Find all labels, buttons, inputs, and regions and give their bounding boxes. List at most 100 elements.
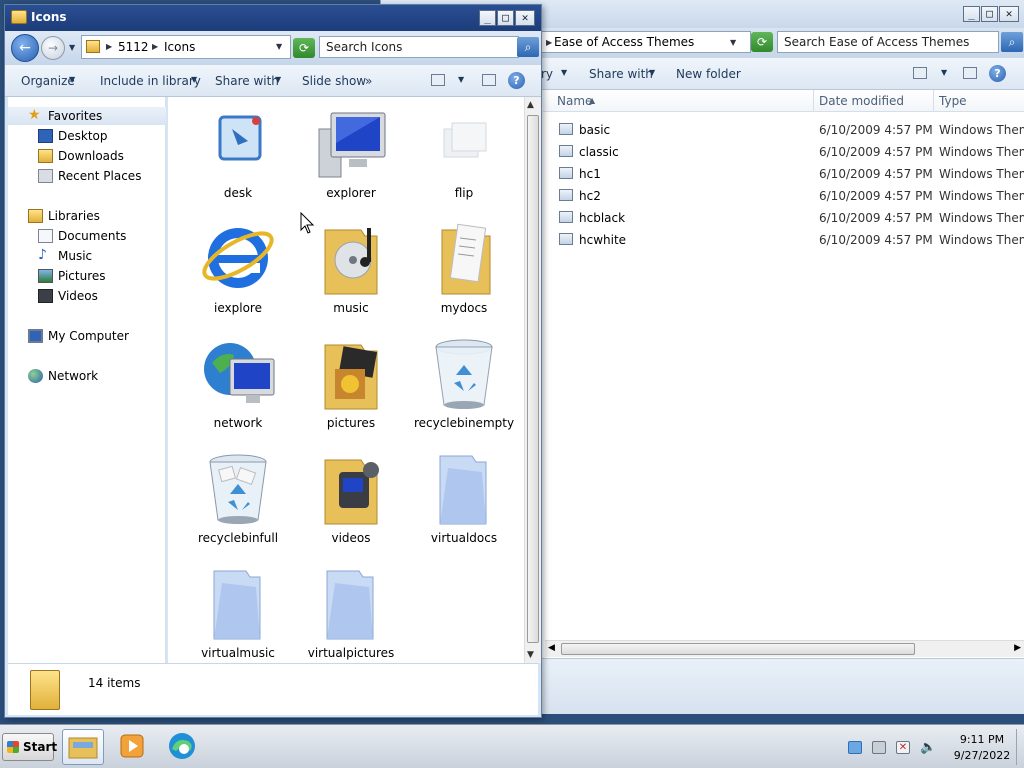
vertical-scrollbar[interactable]: ▲ ▼ (524, 97, 541, 663)
column-divider[interactable] (813, 90, 814, 112)
scroll-down-icon[interactable]: ▼ (527, 650, 534, 660)
back-breadcrumb[interactable]: ▶ Ease of Access Themes ▼ (541, 31, 751, 53)
window-title-bar[interactable]: Icons _ □ ✕ (5, 5, 541, 31)
organize-menu[interactable]: Organize (21, 74, 75, 88)
file-item-virtualmusic[interactable]: virtualmusic (182, 557, 294, 663)
breadcrumb-item-5112[interactable]: 5112 (118, 40, 149, 54)
file-item-desk[interactable]: desk (182, 97, 294, 209)
file-item-flip[interactable]: flip (408, 97, 520, 209)
file-item-network[interactable]: network (182, 327, 294, 439)
more-commands-button[interactable]: » (365, 74, 372, 88)
maximize-button[interactable]: □ (497, 10, 514, 26)
libraries-icon (28, 209, 43, 223)
search-icon[interactable]: ⌕ (517, 37, 539, 57)
search-input[interactable]: Search Icons (319, 36, 519, 58)
taskbar-edge-button[interactable] (162, 729, 204, 765)
file-item-iexplore[interactable]: iexplore (182, 212, 294, 324)
back-breadcrumb-label[interactable]: Ease of Access Themes (554, 35, 694, 49)
help-icon[interactable]: ? (989, 65, 1006, 82)
file-row[interactable]: basic 6/10/2009 4:57 PM Windows Theme F (559, 120, 1024, 140)
file-item-virtualdocs[interactable]: virtualdocs (408, 442, 520, 554)
clock-date[interactable]: 9/27/2022 (942, 749, 1022, 762)
column-date-header[interactable]: Date modified (819, 94, 904, 108)
file-item-explorer[interactable]: explorer (295, 97, 407, 209)
clock-time[interactable]: 9:11 PM (952, 733, 1012, 746)
file-row[interactable]: hcwhite 6/10/2009 4:57 PM Windows Theme … (559, 230, 1024, 250)
forward-arrow-icon[interactable]: → (41, 36, 65, 60)
sidebar-item-documents[interactable]: Documents (8, 227, 166, 245)
share-with-menu[interactable]: Share with (215, 74, 279, 88)
action-center-icon[interactable] (848, 741, 862, 754)
sidebar-item-recent-places[interactable]: Recent Places (8, 167, 166, 185)
icons-window[interactable]: Icons _ □ ✕ ← → ▼ ▶ 5112 ▶ Icons ▼ ⟳ Sea… (4, 4, 542, 718)
taskbar-explorer-button[interactable] (62, 729, 104, 765)
column-divider[interactable] (933, 90, 934, 112)
breadcrumb-separator-icon[interactable]: ▶ (106, 42, 112, 51)
close-button[interactable]: ✕ (515, 10, 535, 26)
sidebar-item-my-computer[interactable]: My Computer (8, 327, 166, 345)
scroll-left-icon[interactable]: ◀ (548, 643, 555, 653)
minimize-button[interactable]: _ (479, 10, 496, 26)
scrollbar-thumb[interactable] (527, 115, 539, 643)
maximize-button[interactable]: □ (981, 6, 998, 22)
view-options-icon[interactable] (431, 74, 445, 86)
start-button[interactable]: Start (2, 733, 57, 761)
sidebar-item-videos[interactable]: Videos (8, 287, 166, 305)
refresh-button[interactable]: ⟳ (293, 38, 315, 58)
sidebar-item-downloads[interactable]: Downloads (8, 147, 166, 165)
share-with-menu[interactable]: Share with (589, 67, 653, 81)
include-in-library-menu[interactable]: Include in library (100, 74, 201, 88)
sidebar-item-libraries[interactable]: Libraries (8, 207, 166, 225)
column-type-header[interactable]: Type (939, 94, 967, 108)
scroll-right-icon[interactable]: ▶ (1014, 643, 1021, 653)
file-item-virtualpictures[interactable]: virtualpictures (295, 557, 407, 663)
file-item-mydocs[interactable]: mydocs (408, 212, 520, 324)
close-button[interactable]: ✕ (999, 6, 1019, 22)
sidebar-item-pictures[interactable]: Pictures (8, 267, 166, 285)
file-view[interactable]: desk explorer flip iexplore music mydocs… (168, 97, 524, 663)
new-folder-button[interactable]: New folder (676, 67, 741, 81)
breadcrumb-dropdown-icon[interactable]: ▼ (276, 42, 282, 51)
network-status-icon[interactable] (872, 741, 886, 754)
recent-pages-dropdown-icon[interactable]: ▼ (69, 43, 75, 52)
taskbar-media-player-button[interactable] (112, 729, 154, 765)
horizontal-scrollbar[interactable]: ◀ ▶ (545, 640, 1024, 657)
back-arrow-icon[interactable]: ← (11, 34, 39, 62)
file-item-recyclebinempty[interactable]: recyclebinempty (408, 327, 520, 439)
navigation-pane[interactable]: ★ Favorites Desktop Downloads Recent Pla… (8, 97, 166, 663)
file-row[interactable]: hc2 6/10/2009 4:57 PM Windows Theme F (559, 186, 1024, 206)
breadcrumb-item-icons[interactable]: Icons (164, 40, 195, 54)
preview-pane-icon[interactable] (482, 74, 496, 86)
chevron-down-icon[interactable]: ▼ (941, 68, 947, 77)
show-desktop-button[interactable] (1016, 729, 1024, 765)
refresh-button[interactable]: ⟳ (751, 32, 773, 52)
volume-icon[interactable]: 🔈 (920, 741, 936, 754)
file-item-videos[interactable]: videos (295, 442, 407, 554)
breadcrumb[interactable]: ▶ 5112 ▶ Icons ▼ (81, 35, 291, 59)
scroll-up-icon[interactable]: ▲ (527, 100, 534, 110)
breadcrumb-separator-icon[interactable]: ▶ (152, 42, 158, 51)
search-icon[interactable]: ⌕ (1001, 32, 1023, 52)
file-row[interactable]: hc1 6/10/2009 4:57 PM Windows Theme F (559, 164, 1024, 184)
file-row[interactable]: hcblack 6/10/2009 4:57 PM Windows Theme … (559, 208, 1024, 228)
minimize-button[interactable]: _ (963, 6, 980, 22)
scrollbar-thumb[interactable] (561, 643, 915, 655)
column-name-header[interactable]: Name (557, 94, 592, 108)
preview-pane-icon[interactable] (963, 67, 977, 79)
sidebar-item-music[interactable]: ♪ Music (8, 247, 166, 265)
chevron-down-icon[interactable]: ▼ (458, 75, 464, 84)
help-icon[interactable]: ? (508, 72, 525, 89)
file-item-pictures[interactable]: pictures (295, 327, 407, 439)
sidebar-item-network[interactable]: Network (8, 367, 166, 385)
sidebar-item-desktop[interactable]: Desktop (8, 127, 166, 145)
file-row[interactable]: classic 6/10/2009 4:57 PM Windows Theme … (559, 142, 1024, 162)
breadcrumb-dropdown-icon[interactable]: ▼ (730, 38, 736, 47)
view-options-icon[interactable] (913, 67, 927, 79)
back-search-input[interactable]: Search Ease of Access Themes (777, 31, 999, 53)
security-alert-icon[interactable]: ✕ (896, 741, 910, 754)
explorer-monitor-icon (318, 112, 386, 178)
sidebar-item-favorites[interactable]: ★ Favorites (8, 107, 166, 125)
file-item-recyclebinfull[interactable]: recyclebinfull (182, 442, 294, 554)
include-in-library-menu[interactable]: ry (541, 67, 553, 81)
slide-show-button[interactable]: Slide show (302, 74, 366, 88)
